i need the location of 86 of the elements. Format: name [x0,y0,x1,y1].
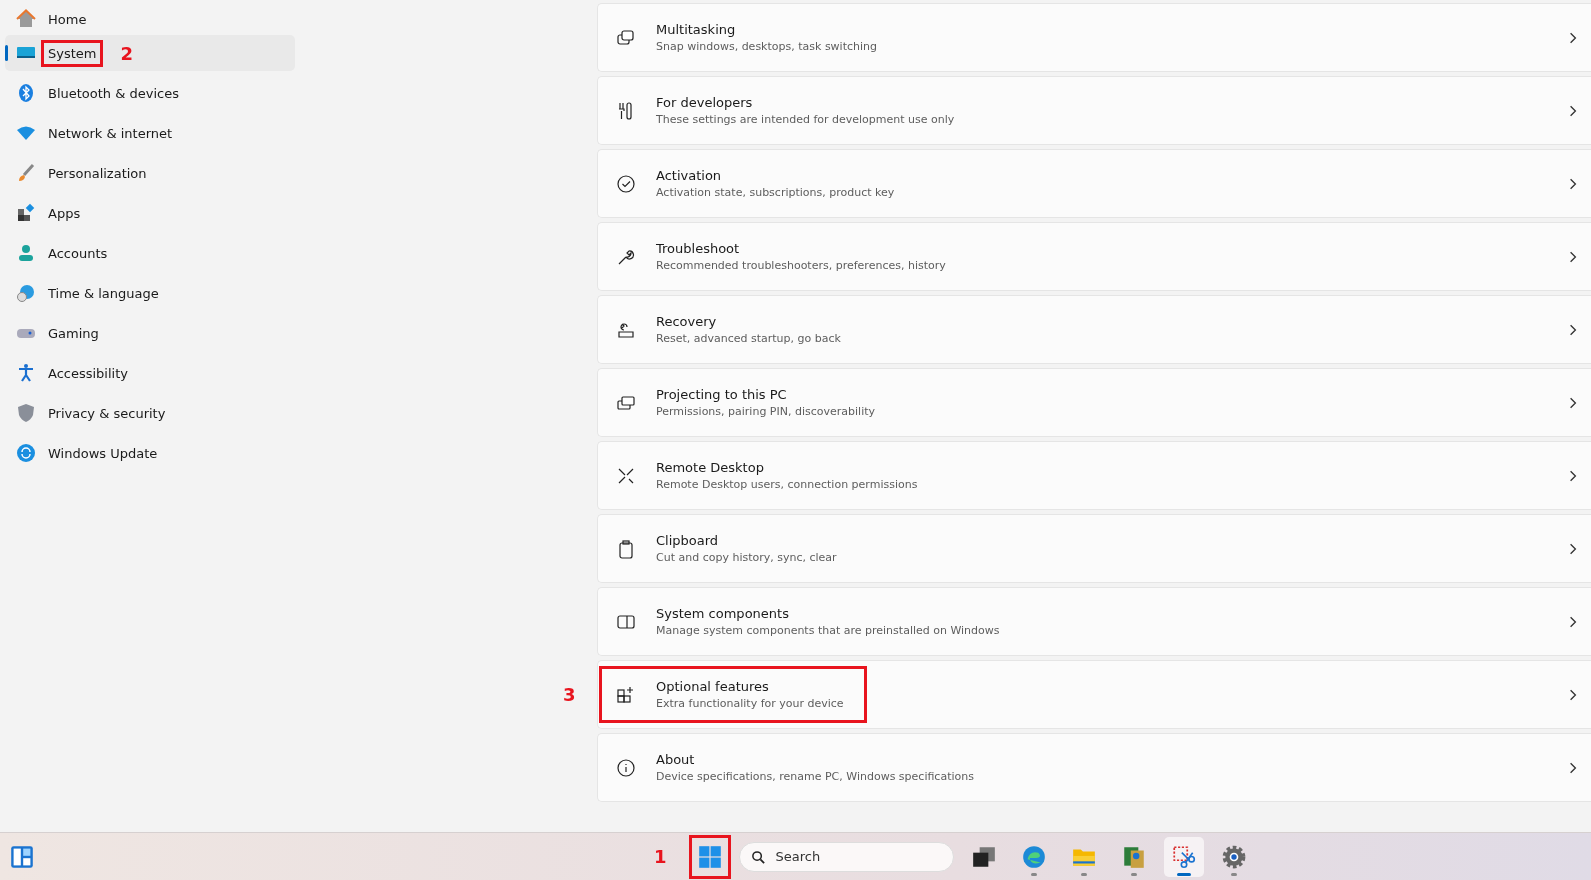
chevron-right-icon [1567,542,1579,555]
chevron-right-icon [1567,688,1579,701]
setting-description: Remote Desktop users, connection permissions [656,478,918,491]
sidebar-item[interactable]: Bluetooth & devices [5,73,295,113]
setting-description: Extra functionality for your device [656,697,844,710]
clipboard-icon [616,538,636,559]
running-indicator [1176,872,1191,876]
settings-card[interactable]: Remote Desktop Remote Desktop users, connection permissions [597,441,1591,510]
home-icon [16,9,36,29]
sidebar-item[interactable]: Windows Update [5,433,295,473]
setting-description: Cut and copy history, sync, clear [656,551,837,564]
setting-description: Activation state, subscriptions, product key [656,186,895,199]
chevron-right-icon [1567,250,1579,263]
check-circle-icon [616,173,636,194]
settings-card[interactable]: System components Manage system components that are preinstalled on Windows [597,587,1591,656]
settings-card[interactable]: Projecting to this PC Permissions, pairing PIN, discoverability [597,368,1591,437]
sidebar-item[interactable]: Privacy & security [5,393,295,433]
chevron-right-icon [1567,469,1579,482]
setting-title: Activation [656,168,723,183]
sidebar-item[interactable]: Gaming [5,313,295,353]
accessibility-icon [16,363,36,383]
settings-card[interactable]: Recovery Reset, advanced startup, go back [597,295,1591,364]
chevron-right-icon [1567,177,1579,190]
running-indicator [1230,872,1237,876]
setting-description: Recommended troubleshooters, preferences, history [656,259,946,272]
settings-card[interactable]: Multitasking Snap windows, desktops, task switching [597,3,1591,72]
paintbrush-icon [16,163,36,183]
settings-card[interactable]: Troubleshoot Recommended troubleshooters, preferences, history [597,222,1591,291]
start-button[interactable] [688,834,731,879]
setting-title: Troubleshoot [656,241,741,256]
setting-title: Remote Desktop [656,460,765,475]
sidebar-item[interactable]: Accounts [5,233,295,273]
setting-title: Multitasking [656,22,737,37]
grid-plus-icon [616,684,636,705]
settings-card[interactable]: Optional features Extra functionality for your device [597,660,1591,729]
setting-description: Manage system components that are preinstalled on Windows [656,624,1000,637]
settings-card[interactable]: Clipboard Cut and copy history, sync, clear [597,514,1591,583]
sidebar-item[interactable]: Time & language [5,273,295,313]
sidebar-item[interactable]: System 2 [5,35,295,71]
annotation-number: 2 [120,42,133,64]
setting-title: Projecting to this PC [656,387,788,402]
windows-stack-icon [616,27,636,48]
windows-logo-icon [697,844,722,869]
chevron-right-icon [1567,761,1579,774]
setting-title: Clipboard [656,533,720,548]
search-field[interactable]: Search [738,841,954,872]
setting-title: Recovery [656,314,718,329]
info-icon [616,757,636,778]
sidebar-item[interactable]: Apps [5,193,295,233]
settings-card[interactable]: For developers These settings are intended for development use only [597,76,1591,145]
bluetooth-icon [16,83,36,103]
setting-description: These settings are intended for development use only [656,113,955,126]
scissors-icon [1170,843,1197,870]
setting-description: Device specifications, rename PC, Windows specifications [656,770,974,783]
setting-title: For developers [656,95,754,110]
setting-title: Optional features [656,679,770,694]
running-indicator [1130,872,1137,876]
chevron-right-icon [1567,323,1579,336]
chevron-right-icon [1567,104,1579,117]
setting-description: Snap windows, desktops, task switching [656,40,877,53]
gear-icon [1220,843,1247,870]
sidebar-item[interactable]: Network & internet [5,113,295,153]
chevron-right-icon [1567,615,1579,628]
globe-clock-icon [16,283,36,303]
setting-description: Reset, advanced startup, go back [656,332,841,345]
widgets-icon[interactable] [10,844,34,869]
sidebar-item[interactable]: Home [5,5,295,33]
setting-title: System components [656,606,790,621]
running-indicator [1080,872,1087,876]
sidebar-item[interactable]: Personalization [5,153,295,193]
browser-icon [1020,843,1047,870]
sidebar-item[interactable]: Accessibility [5,353,295,393]
shield-icon [16,403,36,423]
annotation-number: 1 [654,846,667,867]
settings-card[interactable]: About Device specifications, rename PC, Windows specifications [597,733,1591,802]
chevron-right-icon [1567,31,1579,44]
setting-description: Permissions, pairing PIN, discoverability [656,405,876,418]
chevron-right-icon [1567,396,1579,409]
setting-title: About [656,752,696,767]
settings-card[interactable]: Activation Activation state, subscriptions, product key [597,149,1591,218]
annotation-number: 3 [563,684,576,705]
search-icon [750,849,766,865]
person-icon [16,243,36,263]
running-indicator [1030,872,1037,876]
refresh-icon [16,443,36,463]
apps-icon [16,203,36,223]
